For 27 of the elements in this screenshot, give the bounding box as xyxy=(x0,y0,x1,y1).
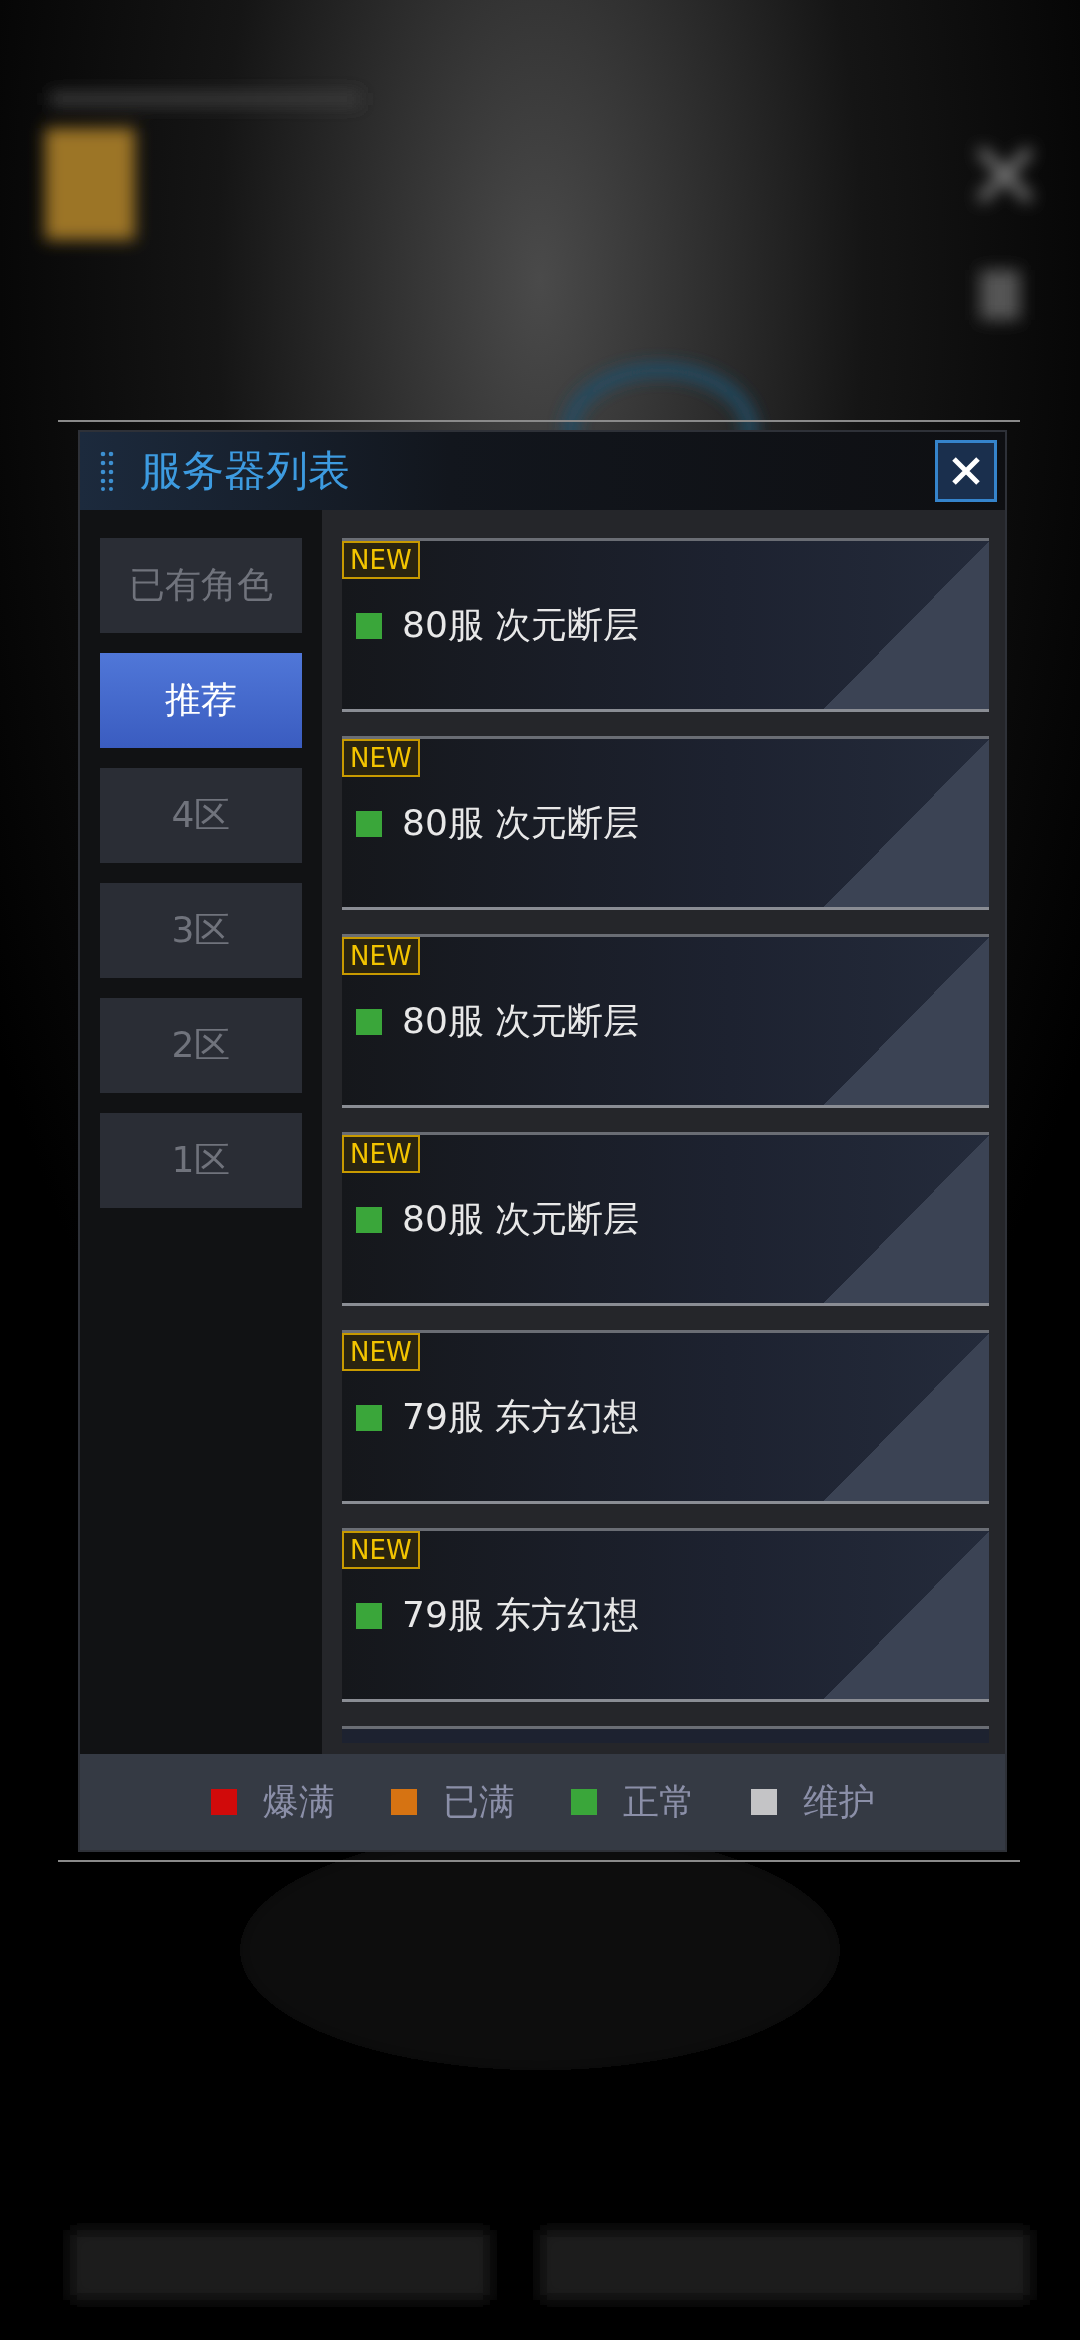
server-tab[interactable]: 推荐 xyxy=(100,653,302,748)
grip-icon xyxy=(100,450,114,492)
new-badge: NEW xyxy=(342,739,420,777)
new-badge: NEW xyxy=(342,541,420,579)
new-badge: NEW xyxy=(342,1531,420,1569)
legend-label: 维护 xyxy=(802,1779,875,1824)
server-card[interactable]: NEW 80服 次元断层 xyxy=(342,736,989,910)
server-card[interactable]: NEW 79服 东方幻想 xyxy=(342,1330,989,1504)
server-name: 80服 次元断层 xyxy=(402,603,640,647)
server-card[interactable]: NEW 80服 次元断层 xyxy=(342,538,989,712)
dialog-title: 服务器列表 xyxy=(140,445,351,497)
server-card[interactable]: NEW 79服 东方幻想 xyxy=(342,1528,989,1702)
new-badge: NEW xyxy=(342,1333,420,1371)
server-name: 79服 东方幻想 xyxy=(402,1593,640,1637)
server-card[interactable]: NEW 80服 次元断层 xyxy=(342,1132,989,1306)
server-card[interactable]: NEW 80服 次元断层 xyxy=(342,934,989,1108)
new-badge: NEW xyxy=(342,937,420,975)
close-button[interactable] xyxy=(935,440,997,502)
server-card[interactable] xyxy=(342,1726,989,1743)
new-badge: NEW xyxy=(342,1135,420,1173)
legend-label: 正常 xyxy=(622,1779,695,1824)
server-name: 80服 次元断层 xyxy=(402,1197,640,1241)
server-name: 80服 次元断层 xyxy=(402,801,640,845)
server-name: 79服 东方幻想 xyxy=(402,1395,640,1439)
server-name: 80服 次元断层 xyxy=(402,999,640,1043)
legend-label: 爆满 xyxy=(262,1779,335,1824)
legend-label: 已满 xyxy=(442,1779,515,1824)
